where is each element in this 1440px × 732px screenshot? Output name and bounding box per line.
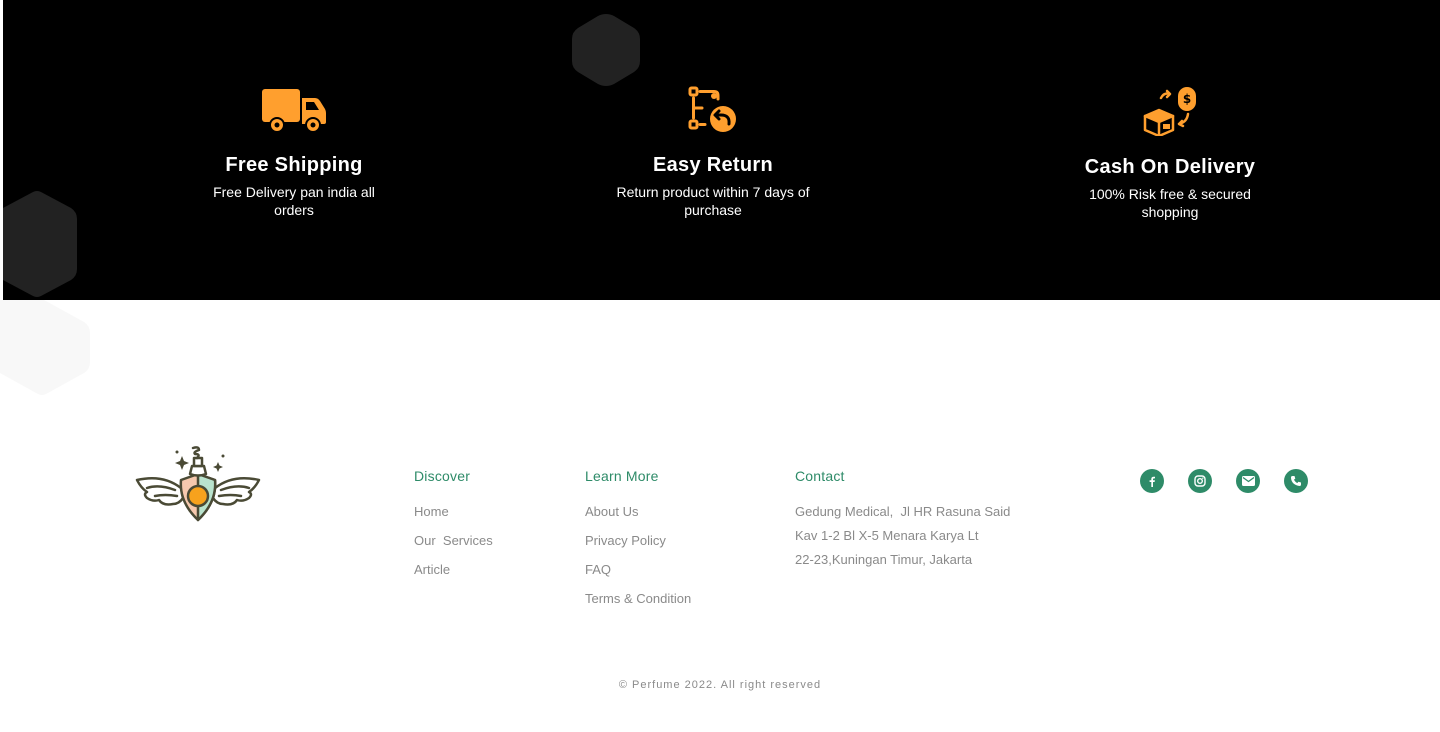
social-links bbox=[1140, 469, 1308, 493]
feature-free-shipping: Free Shipping Free Delivery pan india al… bbox=[164, 88, 424, 219]
feature-title: Free Shipping bbox=[225, 154, 363, 176]
phone-icon[interactable] bbox=[1284, 469, 1308, 493]
decor-hexagon-top bbox=[572, 14, 640, 86]
footer-link-faq[interactable]: FAQ bbox=[585, 562, 691, 578]
footer-heading-discover: Discover bbox=[414, 468, 471, 484]
return-icon bbox=[688, 86, 736, 132]
feature-easy-return: Easy Return Return product within 7 days… bbox=[583, 86, 843, 219]
contact-address: Gedung Medical, Jl HR Rasuna Said Kav 1-… bbox=[795, 500, 1010, 572]
footer-link-privacy-policy[interactable]: Privacy Policy bbox=[585, 533, 691, 549]
copyright: © Perfume 2022. All right reserved bbox=[0, 679, 1440, 691]
footer-link-terms[interactable]: Terms & Condition bbox=[585, 591, 691, 607]
features-band: Free Shipping Free Delivery pan india al… bbox=[3, 0, 1440, 300]
footer-heading-contact: Contact bbox=[795, 468, 845, 484]
svg-text:$: $ bbox=[1183, 92, 1191, 106]
feature-cash-on-delivery: $ Cash On Delivery 100% Risk free & secu… bbox=[1040, 86, 1300, 221]
copyright-text: Perfume 2022. All right reserved bbox=[632, 679, 822, 692]
footer-learn-more: Learn More About Us Privacy Policy FAQ T… bbox=[585, 468, 691, 620]
footer-contact: Contact Gedung Medical, Jl HR Rasuna Sai… bbox=[795, 468, 1010, 572]
footer-link-home[interactable]: Home bbox=[414, 504, 493, 520]
footer-discover: Discover Home Our Services Article bbox=[414, 468, 493, 591]
footer-link-services[interactable]: Our Services bbox=[414, 533, 493, 549]
feature-description: Free Delivery pan india all orders bbox=[213, 184, 375, 218]
copyright-symbol: © bbox=[618, 679, 628, 692]
feature-title: Cash On Delivery bbox=[1084, 156, 1256, 178]
facebook-icon[interactable] bbox=[1140, 469, 1164, 493]
feature-description: 100% Risk free & secured shopping bbox=[1089, 186, 1251, 220]
footer-link-article[interactable]: Article bbox=[414, 562, 493, 578]
footer-heading-learn-more: Learn More bbox=[585, 468, 659, 484]
footer-link-about-us[interactable]: About Us bbox=[585, 504, 691, 520]
feature-title: Easy Return bbox=[652, 154, 773, 176]
instagram-icon[interactable] bbox=[1188, 469, 1212, 493]
address-line: Gedung Medical, Jl HR Rasuna Said bbox=[795, 504, 1011, 519]
decor-hexagon-left bbox=[3, 191, 77, 297]
mail-icon[interactable] bbox=[1236, 469, 1260, 493]
cash-on-delivery-icon: $ bbox=[1143, 87, 1196, 136]
address-line: Kav 1-2 Bl X-5 Menara Karya Lt bbox=[795, 528, 979, 543]
feature-description: Return product within 7 days of purchase bbox=[616, 184, 810, 218]
perfume-logo bbox=[135, 446, 261, 522]
address-line: 22-23,Kuningan Timur, Jakarta bbox=[795, 552, 973, 567]
decor-hexagon-faded bbox=[0, 300, 90, 395]
truck-icon bbox=[262, 89, 326, 133]
